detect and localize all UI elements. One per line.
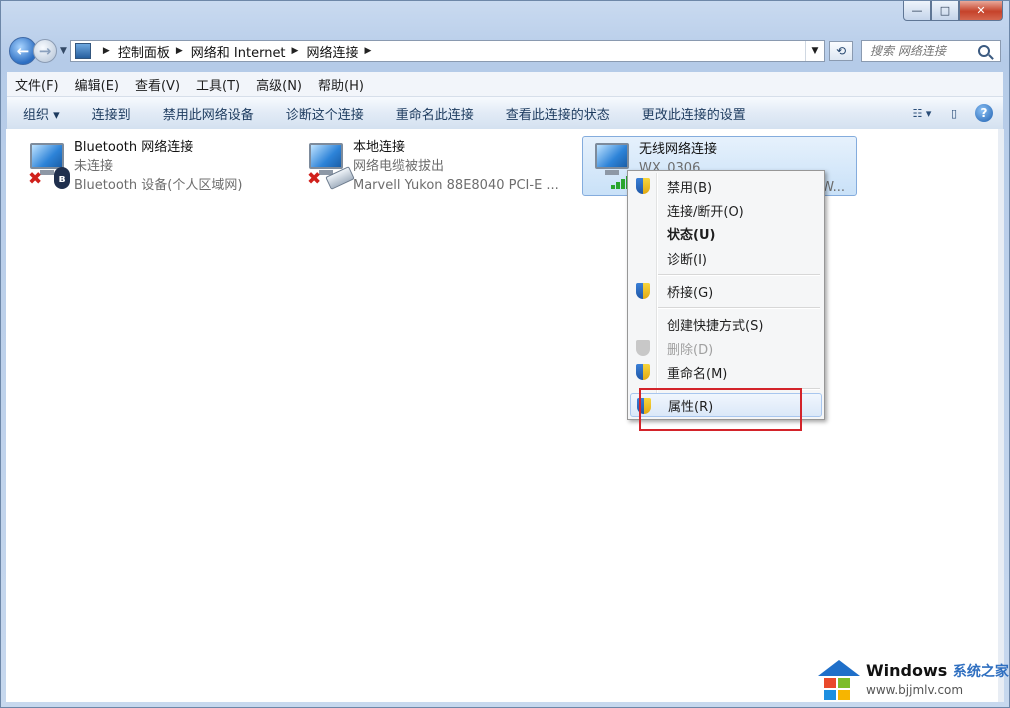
refresh-button[interactable]: ⟲ (829, 41, 853, 61)
network-adapter-icon (595, 143, 629, 175)
connection-device: Marvell Yukon 88E8040 PCI-E ... (353, 178, 559, 193)
disconnected-x-icon: ✖ (307, 169, 322, 189)
menu-file[interactable]: 文件(F) (7, 75, 67, 94)
bluetooth-icon: ʙ (54, 167, 70, 189)
command-toolbar: 组织 ▾ 连接到 禁用此网络设备 诊断这个连接 重命名此连接 查看此连接的状态 … (7, 97, 1003, 130)
breadcrumb-control-panel[interactable]: 控制面板 (118, 42, 170, 61)
menu-item-delete: 删除(D) (630, 336, 822, 360)
breadcrumb-arrow-icon[interactable]: ▶ (103, 46, 110, 56)
control-panel-icon (74, 43, 91, 59)
connection-name: 无线网络连接 (639, 142, 718, 157)
breadcrumb-network-connections[interactable]: 网络连接 (306, 42, 358, 61)
menu-bar: 文件(F) 编辑(E) 查看(V) 工具(T) 高级(N) 帮助(H) (7, 72, 1003, 97)
windows-house-logo-icon (816, 658, 862, 702)
uac-shield-icon (636, 340, 650, 356)
forward-button[interactable]: → (33, 39, 57, 63)
vertical-scrollbar[interactable] (998, 129, 1004, 702)
menu-item-diagnose[interactable]: 诊断(I) (630, 246, 822, 270)
breadcrumb-arrow-icon[interactable]: ▶ (292, 46, 299, 56)
connection-device: Bluetooth 设备(个人区域网) (74, 178, 243, 193)
search-icon[interactable] (978, 45, 990, 57)
context-menu: 禁用(B) 连接/断开(O) 状态(U) 诊断(I) 桥接(G) 创建快捷方式(… (627, 170, 825, 420)
navigation-bar: ← → ▼ ▶ 控制面板 ▶ 网络和 Internet ▶ 网络连接 ▶ ▼ ⟲ (9, 35, 1001, 67)
menu-item-status[interactable]: 状态(U) (630, 221, 822, 245)
menu-tools[interactable]: 工具(T) (188, 75, 248, 94)
address-dropdown-icon[interactable]: ▼ (805, 41, 824, 61)
breadcrumb-network-internet[interactable]: 网络和 Internet (191, 42, 286, 61)
connection-name: Bluetooth 网络连接 (74, 140, 194, 155)
close-button[interactable]: ✕ (959, 1, 1003, 21)
network-adapter-icon (30, 143, 64, 175)
menu-item-disable[interactable]: 禁用(B) (630, 174, 822, 198)
preview-pane-icon[interactable]: ▯ (943, 102, 965, 124)
watermark-title-cn: 系统之家 (952, 663, 1009, 680)
refresh-icon: ⟲ (835, 44, 847, 58)
organize-button[interactable]: 组织 ▾ (7, 104, 76, 123)
site-watermark: Windows 系统之家 www.bjjmlv.com (816, 654, 1010, 706)
address-bar[interactable]: ▶ 控制面板 ▶ 网络和 Internet ▶ 网络连接 ▶ ▼ (69, 40, 825, 62)
menu-view[interactable]: 查看(V) (127, 75, 188, 94)
search-input[interactable] (870, 44, 976, 58)
watermark-title: Windows (866, 660, 948, 680)
connection-item-local[interactable]: ✖ 本地连接 网络电缆被拔出 Marvell Yukon 88E8040 PCI… (297, 135, 577, 195)
menu-item-bridge[interactable]: 桥接(G) (630, 279, 822, 303)
view-status-button[interactable]: 查看此连接的状态 (490, 104, 626, 123)
change-settings-button[interactable]: 更改此连接的设置 (626, 104, 762, 123)
recent-pages-dropdown[interactable]: ▼ (60, 46, 67, 56)
maximize-button[interactable]: □ (931, 1, 959, 21)
menu-help[interactable]: 帮助(H) (310, 75, 372, 94)
menu-advanced[interactable]: 高级(N) (248, 75, 310, 94)
search-box[interactable] (861, 40, 1001, 62)
uac-shield-icon (636, 178, 650, 194)
menu-item-create-shortcut[interactable]: 创建快捷方式(S) (630, 312, 822, 336)
connection-name: 本地连接 (353, 140, 406, 155)
breadcrumb-arrow-icon[interactable]: ▶ (176, 46, 183, 56)
connection-item-bluetooth[interactable]: ✖ ʙ Bluetooth 网络连接 未连接 Bluetooth 设备(个人区域… (18, 135, 288, 195)
menu-separator (658, 274, 820, 276)
menu-item-rename[interactable]: 重命名(M) (630, 360, 822, 384)
connect-to-button[interactable]: 连接到 (76, 104, 147, 123)
annotation-highlight-box (639, 388, 802, 431)
connection-status: 网络电缆被拔出 (353, 159, 445, 174)
breadcrumb-arrow-icon[interactable]: ▶ (364, 46, 371, 56)
watermark-url: www.bjjmlv.com (866, 682, 964, 697)
diagnose-connection-button[interactable]: 诊断这个连接 (270, 104, 380, 123)
uac-shield-icon (636, 364, 650, 380)
caption-buttons: — □ ✕ (903, 1, 1003, 21)
view-options-icon[interactable]: ☷ ▾ (911, 102, 933, 124)
help-icon[interactable]: ? (975, 104, 993, 122)
rename-connection-button[interactable]: 重命名此连接 (380, 104, 490, 123)
menu-separator (658, 307, 820, 309)
uac-shield-icon (636, 283, 650, 299)
menu-edit[interactable]: 编辑(E) (67, 75, 127, 94)
disable-device-button[interactable]: 禁用此网络设备 (147, 104, 270, 123)
connections-list: ✖ ʙ Bluetooth 网络连接 未连接 Bluetooth 设备(个人区域… (6, 129, 998, 702)
connection-status: 未连接 (74, 159, 114, 174)
disconnected-x-icon: ✖ (28, 169, 43, 189)
minimize-button[interactable]: — (903, 1, 931, 21)
menu-item-connect-disconnect[interactable]: 连接/断开(O) (630, 198, 822, 222)
network-adapter-icon (309, 143, 343, 175)
